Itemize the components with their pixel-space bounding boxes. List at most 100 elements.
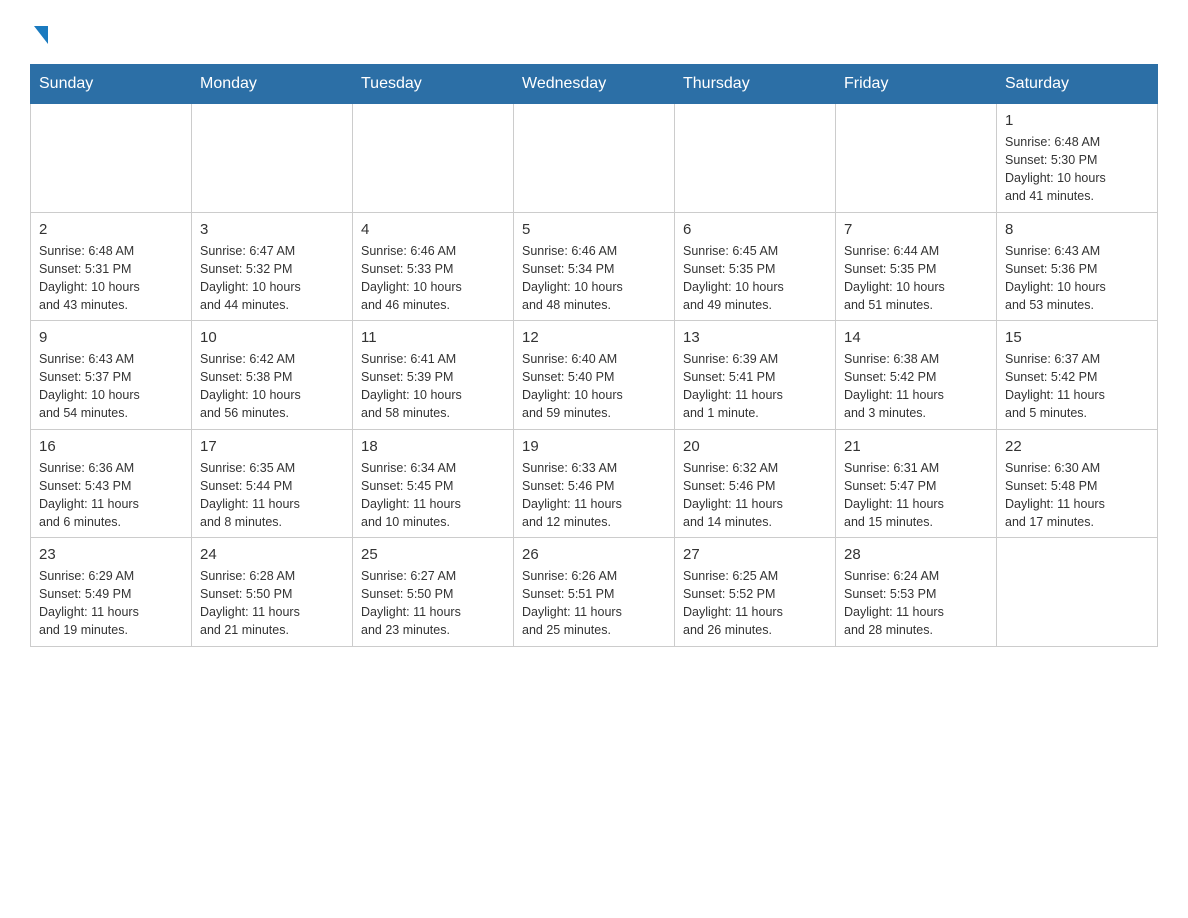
day-info: Sunrise: 6:41 AMSunset: 5:39 PMDaylight:… <box>361 350 505 423</box>
day-info: Sunrise: 6:46 AMSunset: 5:34 PMDaylight:… <box>522 242 666 315</box>
day-number: 11 <box>361 327 505 348</box>
day-number: 9 <box>39 327 183 348</box>
day-number: 24 <box>200 544 344 565</box>
day-info: Sunrise: 6:31 AMSunset: 5:47 PMDaylight:… <box>844 459 988 532</box>
day-number: 23 <box>39 544 183 565</box>
calendar-cell <box>353 104 514 213</box>
day-number: 25 <box>361 544 505 565</box>
day-info: Sunrise: 6:28 AMSunset: 5:50 PMDaylight:… <box>200 567 344 640</box>
day-number: 15 <box>1005 327 1149 348</box>
logo <box>30 20 48 44</box>
day-number: 12 <box>522 327 666 348</box>
calendar-cell: 15Sunrise: 6:37 AMSunset: 5:42 PMDayligh… <box>997 321 1158 430</box>
day-info: Sunrise: 6:47 AMSunset: 5:32 PMDaylight:… <box>200 242 344 315</box>
weekday-header-wednesday: Wednesday <box>514 65 675 104</box>
day-number: 21 <box>844 436 988 457</box>
day-number: 2 <box>39 219 183 240</box>
day-number: 1 <box>1005 110 1149 131</box>
day-info: Sunrise: 6:25 AMSunset: 5:52 PMDaylight:… <box>683 567 827 640</box>
day-number: 8 <box>1005 219 1149 240</box>
calendar-cell: 11Sunrise: 6:41 AMSunset: 5:39 PMDayligh… <box>353 321 514 430</box>
calendar-cell: 12Sunrise: 6:40 AMSunset: 5:40 PMDayligh… <box>514 321 675 430</box>
weekday-header-tuesday: Tuesday <box>353 65 514 104</box>
day-info: Sunrise: 6:44 AMSunset: 5:35 PMDaylight:… <box>844 242 988 315</box>
weekday-header-monday: Monday <box>192 65 353 104</box>
calendar-cell: 20Sunrise: 6:32 AMSunset: 5:46 PMDayligh… <box>675 429 836 538</box>
day-number: 7 <box>844 219 988 240</box>
day-number: 16 <box>39 436 183 457</box>
weekday-header-row: SundayMondayTuesdayWednesdayThursdayFrid… <box>31 65 1158 104</box>
day-number: 22 <box>1005 436 1149 457</box>
weekday-header-sunday: Sunday <box>31 65 192 104</box>
calendar-cell <box>31 104 192 213</box>
page-header <box>30 20 1158 44</box>
calendar-cell <box>675 104 836 213</box>
day-info: Sunrise: 6:33 AMSunset: 5:46 PMDaylight:… <box>522 459 666 532</box>
weekday-header-saturday: Saturday <box>997 65 1158 104</box>
calendar-cell: 21Sunrise: 6:31 AMSunset: 5:47 PMDayligh… <box>836 429 997 538</box>
day-info: Sunrise: 6:45 AMSunset: 5:35 PMDaylight:… <box>683 242 827 315</box>
week-row-1: 1Sunrise: 6:48 AMSunset: 5:30 PMDaylight… <box>31 104 1158 213</box>
calendar-cell: 26Sunrise: 6:26 AMSunset: 5:51 PMDayligh… <box>514 538 675 647</box>
day-info: Sunrise: 6:26 AMSunset: 5:51 PMDaylight:… <box>522 567 666 640</box>
day-number: 20 <box>683 436 827 457</box>
day-info: Sunrise: 6:40 AMSunset: 5:40 PMDaylight:… <box>522 350 666 423</box>
calendar-cell: 9Sunrise: 6:43 AMSunset: 5:37 PMDaylight… <box>31 321 192 430</box>
day-number: 10 <box>200 327 344 348</box>
day-info: Sunrise: 6:36 AMSunset: 5:43 PMDaylight:… <box>39 459 183 532</box>
day-info: Sunrise: 6:46 AMSunset: 5:33 PMDaylight:… <box>361 242 505 315</box>
day-number: 6 <box>683 219 827 240</box>
day-info: Sunrise: 6:24 AMSunset: 5:53 PMDaylight:… <box>844 567 988 640</box>
day-number: 13 <box>683 327 827 348</box>
week-row-3: 9Sunrise: 6:43 AMSunset: 5:37 PMDaylight… <box>31 321 1158 430</box>
day-info: Sunrise: 6:48 AMSunset: 5:30 PMDaylight:… <box>1005 133 1149 206</box>
calendar-cell: 7Sunrise: 6:44 AMSunset: 5:35 PMDaylight… <box>836 212 997 321</box>
calendar-cell: 10Sunrise: 6:42 AMSunset: 5:38 PMDayligh… <box>192 321 353 430</box>
calendar-cell: 4Sunrise: 6:46 AMSunset: 5:33 PMDaylight… <box>353 212 514 321</box>
day-info: Sunrise: 6:27 AMSunset: 5:50 PMDaylight:… <box>361 567 505 640</box>
calendar-cell: 17Sunrise: 6:35 AMSunset: 5:44 PMDayligh… <box>192 429 353 538</box>
day-number: 27 <box>683 544 827 565</box>
day-number: 18 <box>361 436 505 457</box>
week-row-5: 23Sunrise: 6:29 AMSunset: 5:49 PMDayligh… <box>31 538 1158 647</box>
calendar-cell: 1Sunrise: 6:48 AMSunset: 5:30 PMDaylight… <box>997 104 1158 213</box>
calendar-cell: 5Sunrise: 6:46 AMSunset: 5:34 PMDaylight… <box>514 212 675 321</box>
calendar-table: SundayMondayTuesdayWednesdayThursdayFrid… <box>30 64 1158 647</box>
calendar-cell <box>997 538 1158 647</box>
calendar-cell: 3Sunrise: 6:47 AMSunset: 5:32 PMDaylight… <box>192 212 353 321</box>
calendar-cell: 18Sunrise: 6:34 AMSunset: 5:45 PMDayligh… <box>353 429 514 538</box>
calendar-cell: 19Sunrise: 6:33 AMSunset: 5:46 PMDayligh… <box>514 429 675 538</box>
day-number: 4 <box>361 219 505 240</box>
calendar-cell: 6Sunrise: 6:45 AMSunset: 5:35 PMDaylight… <box>675 212 836 321</box>
calendar-cell: 27Sunrise: 6:25 AMSunset: 5:52 PMDayligh… <box>675 538 836 647</box>
day-number: 14 <box>844 327 988 348</box>
day-info: Sunrise: 6:42 AMSunset: 5:38 PMDaylight:… <box>200 350 344 423</box>
weekday-header-thursday: Thursday <box>675 65 836 104</box>
calendar-cell: 16Sunrise: 6:36 AMSunset: 5:43 PMDayligh… <box>31 429 192 538</box>
calendar-cell: 22Sunrise: 6:30 AMSunset: 5:48 PMDayligh… <box>997 429 1158 538</box>
day-number: 5 <box>522 219 666 240</box>
day-info: Sunrise: 6:43 AMSunset: 5:37 PMDaylight:… <box>39 350 183 423</box>
calendar-cell <box>836 104 997 213</box>
day-number: 26 <box>522 544 666 565</box>
calendar-cell: 28Sunrise: 6:24 AMSunset: 5:53 PMDayligh… <box>836 538 997 647</box>
calendar-cell <box>514 104 675 213</box>
calendar-cell: 8Sunrise: 6:43 AMSunset: 5:36 PMDaylight… <box>997 212 1158 321</box>
week-row-4: 16Sunrise: 6:36 AMSunset: 5:43 PMDayligh… <box>31 429 1158 538</box>
day-number: 19 <box>522 436 666 457</box>
day-number: 3 <box>200 219 344 240</box>
week-row-2: 2Sunrise: 6:48 AMSunset: 5:31 PMDaylight… <box>31 212 1158 321</box>
day-info: Sunrise: 6:30 AMSunset: 5:48 PMDaylight:… <box>1005 459 1149 532</box>
day-info: Sunrise: 6:38 AMSunset: 5:42 PMDaylight:… <box>844 350 988 423</box>
calendar-cell: 23Sunrise: 6:29 AMSunset: 5:49 PMDayligh… <box>31 538 192 647</box>
calendar-cell: 24Sunrise: 6:28 AMSunset: 5:50 PMDayligh… <box>192 538 353 647</box>
calendar-cell <box>192 104 353 213</box>
calendar-cell: 14Sunrise: 6:38 AMSunset: 5:42 PMDayligh… <box>836 321 997 430</box>
day-info: Sunrise: 6:29 AMSunset: 5:49 PMDaylight:… <box>39 567 183 640</box>
day-number: 17 <box>200 436 344 457</box>
day-info: Sunrise: 6:34 AMSunset: 5:45 PMDaylight:… <box>361 459 505 532</box>
logo-arrow-icon <box>34 26 48 44</box>
calendar-cell: 25Sunrise: 6:27 AMSunset: 5:50 PMDayligh… <box>353 538 514 647</box>
calendar-cell: 2Sunrise: 6:48 AMSunset: 5:31 PMDaylight… <box>31 212 192 321</box>
day-info: Sunrise: 6:32 AMSunset: 5:46 PMDaylight:… <box>683 459 827 532</box>
